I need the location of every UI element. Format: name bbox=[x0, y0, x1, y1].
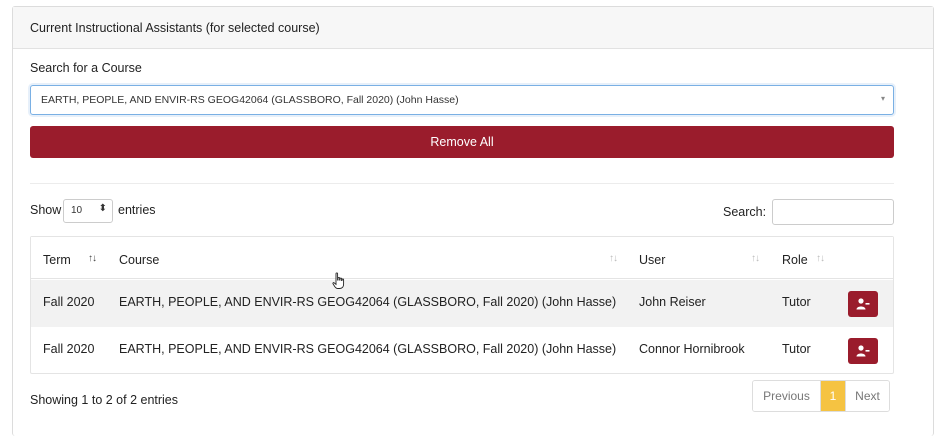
page-length-value: 10 bbox=[71, 205, 83, 216]
course-search-label: Search for a Course bbox=[30, 61, 142, 75]
panel-title: Current Instructional Assistants (for se… bbox=[13, 7, 933, 49]
pagination: Previous 1 Next bbox=[752, 380, 890, 412]
column-header-term[interactable]: Term bbox=[43, 253, 71, 267]
table-info: Showing 1 to 2 of 2 entries bbox=[30, 393, 179, 407]
remove-all-button[interactable]: Remove All bbox=[30, 126, 894, 158]
table-header: Term ↑↓ Course ↑↓ User ↑↓ Role ↑↓ bbox=[31, 237, 893, 279]
cell-term: Fall 2020 bbox=[43, 342, 95, 356]
table-row: Fall 2020 EARTH, PEOPLE, AND ENVIR-RS GE… bbox=[31, 280, 893, 327]
entries-label: entries bbox=[118, 203, 156, 217]
table-row: Fall 2020 EARTH, PEOPLE, AND ENVIR-RS GE… bbox=[31, 327, 893, 374]
sort-asc-icon[interactable]: ↑↓ bbox=[88, 253, 97, 264]
table-search-input[interactable] bbox=[772, 199, 894, 225]
cell-course: EARTH, PEOPLE, AND ENVIR-RS GEOG42064 (G… bbox=[119, 295, 617, 309]
cell-user: Connor Hornibrook bbox=[639, 342, 745, 356]
course-select[interactable]: EARTH, PEOPLE, AND ENVIR-RS GEOG42064 (G… bbox=[30, 85, 894, 115]
divider bbox=[30, 183, 894, 184]
cell-term: Fall 2020 bbox=[43, 295, 95, 309]
remove-assistant-button[interactable] bbox=[848, 291, 878, 317]
remove-user-icon bbox=[856, 345, 870, 357]
cell-role: Tutor bbox=[782, 342, 811, 356]
previous-page-button[interactable]: Previous bbox=[753, 381, 821, 411]
sort-icon[interactable]: ↑↓ bbox=[609, 253, 618, 264]
show-label: Show bbox=[30, 203, 62, 217]
chevron-down-icon: ▾ bbox=[880, 94, 885, 103]
column-header-course[interactable]: Course bbox=[119, 253, 159, 267]
cell-role: Tutor bbox=[782, 295, 811, 309]
cell-user: John Reiser bbox=[639, 295, 706, 309]
sort-icon[interactable]: ↑↓ bbox=[751, 253, 760, 264]
remove-assistant-button[interactable] bbox=[848, 338, 878, 364]
page-length-select[interactable]: 10 ⬍ bbox=[63, 199, 113, 223]
assistants-table: Term ↑↓ Course ↑↓ User ↑↓ Role ↑↓ Fall 2… bbox=[30, 236, 894, 374]
page-1-button[interactable]: 1 bbox=[821, 381, 845, 411]
next-page-button[interactable]: Next bbox=[845, 381, 889, 411]
column-header-role[interactable]: Role bbox=[782, 253, 808, 267]
course-select-value: EARTH, PEOPLE, AND ENVIR-RS GEOG42064 (G… bbox=[41, 94, 459, 106]
hand-pointer-icon bbox=[332, 272, 345, 289]
column-header-user[interactable]: User bbox=[639, 253, 665, 267]
sort-icon[interactable]: ↑↓ bbox=[816, 253, 825, 264]
remove-user-icon bbox=[856, 298, 870, 310]
cell-course: EARTH, PEOPLE, AND ENVIR-RS GEOG42064 (G… bbox=[119, 342, 617, 356]
updown-caret-icon: ⬍ bbox=[98, 203, 107, 214]
table-search-label: Search: bbox=[723, 205, 767, 219]
